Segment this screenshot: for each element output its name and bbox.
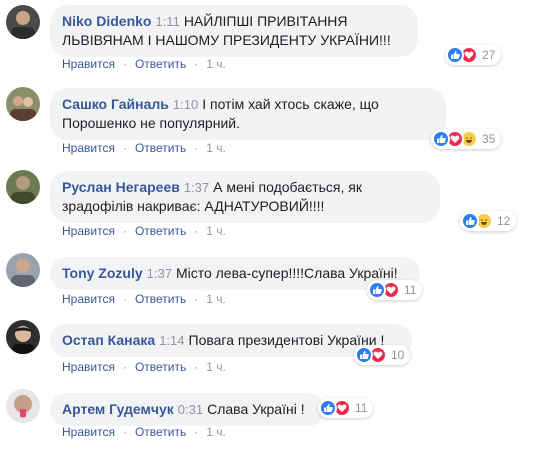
like-link[interactable]: Нравится bbox=[62, 360, 115, 374]
reaction-count: 27 bbox=[482, 48, 496, 62]
reactions-summary[interactable]: 35 bbox=[431, 129, 502, 149]
comment-actions: Нравится · Ответить · 1 ч. bbox=[62, 224, 226, 238]
avatar[interactable] bbox=[6, 320, 40, 354]
reactions-summary[interactable]: 11 bbox=[367, 280, 423, 300]
separator: · bbox=[122, 57, 127, 71]
comment-bubble: Руслан Негареев 1:37 А мені подобається, я… bbox=[50, 171, 440, 223]
comment-author[interactable]: Niko Didenko bbox=[62, 13, 151, 29]
separator: · bbox=[122, 224, 127, 238]
like-reaction-icon bbox=[368, 281, 386, 299]
comment-bubble: Сашко Гайналь 1:10 І потім хай хтось скаже… bbox=[50, 88, 446, 140]
comment-age[interactable]: 1 ч. bbox=[206, 360, 226, 374]
reply-link[interactable]: Ответить bbox=[135, 292, 186, 306]
like-reaction-icon bbox=[355, 346, 373, 364]
comment-author[interactable]: Сашко Гайналь bbox=[62, 96, 169, 112]
reactions-summary[interactable]: 12 bbox=[460, 211, 517, 231]
avatar[interactable] bbox=[6, 170, 40, 204]
comment-age[interactable]: 1 ч. bbox=[206, 425, 226, 439]
separator: · bbox=[194, 360, 199, 374]
comment-time: 1:10 bbox=[172, 97, 199, 112]
comment-actions: Нравится · Ответить · 1 ч. bbox=[62, 292, 226, 306]
separator: · bbox=[194, 141, 199, 155]
comment-age[interactable]: 1 ч. bbox=[206, 141, 226, 155]
comment-age[interactable]: 1 ч. bbox=[206, 292, 226, 306]
separator: · bbox=[194, 292, 199, 306]
separator: · bbox=[194, 57, 199, 71]
comment-time: 1:14 bbox=[159, 333, 185, 348]
reaction-count: 11 bbox=[404, 283, 417, 297]
separator: · bbox=[122, 141, 127, 155]
comment-author[interactable]: Руслан Негареев bbox=[62, 179, 180, 195]
reactions-summary[interactable]: 11 bbox=[318, 398, 374, 418]
comment-time: 1:37 bbox=[146, 266, 172, 281]
reaction-count: 12 bbox=[497, 214, 511, 228]
comment-text: Повага президентові України ! bbox=[188, 332, 385, 348]
comment-actions: Нравится · Ответить · 1 ч. bbox=[62, 141, 226, 155]
reply-link[interactable]: Ответить bbox=[135, 224, 186, 238]
like-reaction-icon bbox=[432, 130, 450, 148]
separator: · bbox=[122, 360, 127, 374]
comment-bubble: Tony Zozuly 1:37 Місто лева-супер!!!!Слава… bbox=[50, 257, 420, 290]
separator: · bbox=[194, 224, 199, 238]
avatar[interactable] bbox=[6, 5, 40, 39]
reply-link[interactable]: Ответить bbox=[135, 57, 186, 71]
comment-author[interactable]: Tony Zozuly bbox=[62, 265, 143, 281]
avatar[interactable] bbox=[6, 87, 40, 121]
reaction-count: 35 bbox=[482, 132, 496, 146]
comment-age[interactable]: 1 ч. bbox=[206, 224, 226, 238]
comment-text: Місто лева-супер!!!!Слава Україні! bbox=[175, 265, 398, 281]
like-link[interactable]: Нравится bbox=[62, 292, 115, 306]
like-link[interactable]: Нравится bbox=[62, 141, 115, 155]
avatar[interactable] bbox=[6, 389, 40, 423]
like-link[interactable]: Нравится bbox=[62, 57, 115, 71]
comment-actions: Нравится · Ответить · 1 ч. bbox=[62, 360, 226, 374]
comment-author[interactable]: Артем Гудемчук bbox=[62, 401, 174, 417]
like-reaction-icon bbox=[446, 46, 464, 64]
separator: · bbox=[194, 425, 199, 439]
avatar[interactable] bbox=[6, 253, 40, 287]
like-link[interactable]: Нравится bbox=[62, 425, 115, 439]
comment-age[interactable]: 1 ч. bbox=[206, 57, 226, 71]
reaction-count: 10 bbox=[391, 348, 405, 362]
reply-link[interactable]: Ответить bbox=[135, 141, 186, 155]
comment-author[interactable]: Остап Канака bbox=[62, 332, 155, 348]
reaction-count: 11 bbox=[355, 401, 368, 415]
like-link[interactable]: Нравится bbox=[62, 224, 115, 238]
comment-actions: Нравится · Ответить · 1 ч. bbox=[62, 425, 226, 439]
separator: · bbox=[122, 425, 127, 439]
comment-bubble: Niko Didenko 1:11 НАЙЛІПШІ ПРИВІТАННЯ ЛЬВІ… bbox=[50, 5, 418, 57]
separator: · bbox=[122, 292, 127, 306]
comment-actions: Нравится · Ответить · 1 ч. bbox=[62, 57, 226, 71]
reply-link[interactable]: Ответить bbox=[135, 425, 186, 439]
like-reaction-icon bbox=[461, 212, 479, 230]
comment-text: Слава Україні ! bbox=[207, 401, 305, 417]
reactions-summary[interactable]: 10 bbox=[354, 345, 411, 365]
comment-bubble: Артем Гудемчук 0:31 Слава Україні ! bbox=[50, 393, 325, 426]
comment-time: 1:11 bbox=[155, 14, 180, 29]
reply-link[interactable]: Ответить bbox=[135, 360, 186, 374]
reactions-summary[interactable]: 27 bbox=[445, 45, 502, 65]
comment-time: 1:37 bbox=[183, 180, 210, 195]
like-reaction-icon bbox=[319, 399, 337, 417]
comment-time: 0:31 bbox=[177, 402, 204, 417]
